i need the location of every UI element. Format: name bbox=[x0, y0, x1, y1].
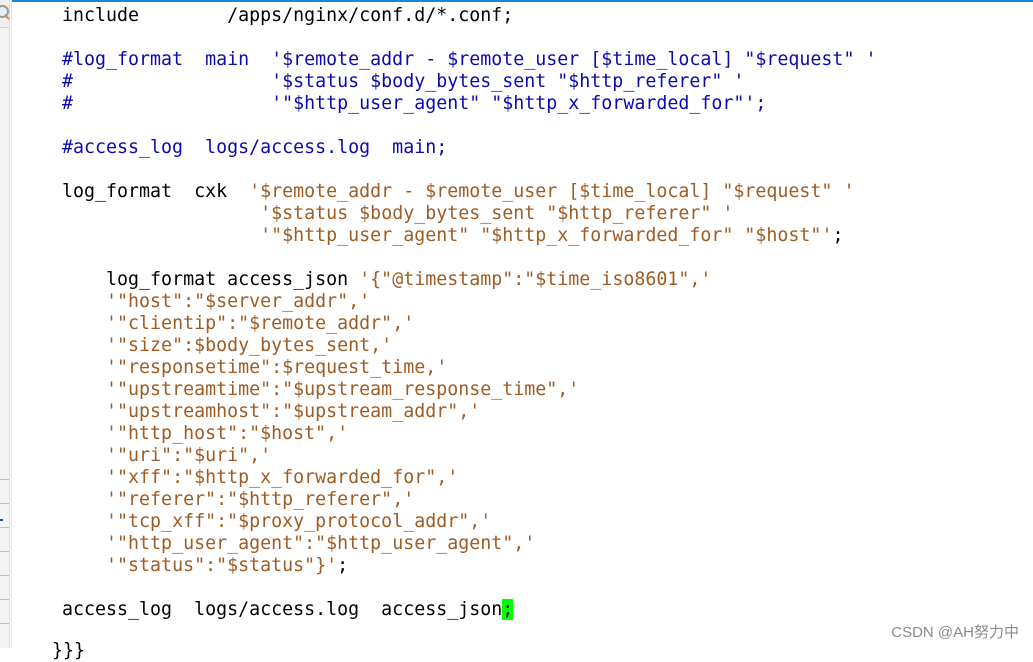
panel-divider bbox=[0, 479, 9, 480]
code-line[interactable]: '"status":"$status"}'; bbox=[62, 555, 876, 577]
code-line[interactable] bbox=[62, 27, 876, 49]
code-token: access_log logs/access.log access_json bbox=[62, 599, 503, 620]
code-string: '"clientip":"$remote_addr",' bbox=[106, 313, 415, 334]
code-token: ; bbox=[337, 555, 349, 576]
code-line[interactable]: '"tcp_xff":"$proxy_protocol_addr",' bbox=[62, 511, 876, 533]
code-editor[interactable]: include /apps/nginx/conf.d/*.conf; #log_… bbox=[62, 5, 876, 621]
code-string: '"http_host":"$host",' bbox=[106, 423, 349, 444]
code-line[interactable]: '"size":$body_bytes_sent,' bbox=[62, 335, 876, 357]
search-icon-handle bbox=[4, 14, 9, 20]
code-comment: # '$status $body_bytes_sent "$http_refer… bbox=[62, 71, 745, 92]
code-line[interactable]: '"host":"$server_addr",' bbox=[62, 291, 876, 313]
panel-divider bbox=[0, 503, 9, 504]
code-line[interactable]: '"uri":"$uri",' bbox=[62, 445, 876, 467]
code-line[interactable]: include /apps/nginx/conf.d/*.conf; bbox=[62, 5, 876, 27]
code-line[interactable]: '"http_user_agent":"$http_user_agent",' bbox=[62, 533, 876, 555]
code-string: '$status $body_bytes_sent "$http_referer… bbox=[260, 203, 734, 224]
code-string: '"upstreamhost":"$upstream_addr",' bbox=[106, 401, 481, 422]
code-comment: # '"$http_user_agent" "$http_x_forwarded… bbox=[62, 93, 767, 114]
code-line[interactable]: log_format cxk '$remote_addr - $remote_u… bbox=[62, 181, 876, 203]
code-comment: #log_format main '$remote_addr - $remote… bbox=[62, 49, 877, 70]
panel-divider bbox=[0, 551, 9, 552]
code-string: '"upstreamtime":"$upstream_response_time… bbox=[106, 379, 580, 400]
panel-divider bbox=[0, 599, 9, 600]
code-token: log_format cxk bbox=[62, 181, 250, 202]
panel-marker bbox=[0, 519, 3, 521]
code-line[interactable]: '"xff":"$http_x_forwarded_for",' bbox=[62, 467, 876, 489]
code-string: '"size":$body_bytes_sent,' bbox=[106, 335, 393, 356]
code-line[interactable]: '"$http_user_agent" "$http_x_forwarded_f… bbox=[62, 225, 876, 247]
panel-divider bbox=[0, 623, 9, 624]
code-comment: #access_log logs/access.log main; bbox=[62, 137, 448, 158]
code-string: '"responsetime":$request_time,' bbox=[106, 357, 448, 378]
code-line[interactable]: '"upstreamhost":"$upstream_addr",' bbox=[62, 401, 876, 423]
code-line[interactable]: '"clientip":"$remote_addr",' bbox=[62, 313, 876, 335]
code-string: '"uri":"$uri",' bbox=[106, 445, 272, 466]
editor-gutter-border bbox=[11, 0, 12, 648]
code-string: '$remote_addr - $remote_user [$time_loca… bbox=[249, 181, 855, 202]
text-cursor: ; bbox=[502, 599, 514, 620]
code-line[interactable] bbox=[62, 115, 876, 137]
panel-divider bbox=[0, 575, 9, 576]
code-string: '"tcp_xff":"$proxy_protocol_addr",' bbox=[106, 511, 492, 532]
code-line[interactable]: # '"$http_user_agent" "$http_x_forwarded… bbox=[62, 93, 876, 115]
code-line[interactable]: #access_log logs/access.log main; bbox=[62, 137, 876, 159]
code-string: '"host":"$server_addr",' bbox=[106, 291, 371, 312]
code-line[interactable] bbox=[62, 159, 876, 181]
code-line[interactable]: # '$status $body_bytes_sent "$http_refer… bbox=[62, 71, 876, 93]
side-panel bbox=[0, 0, 10, 648]
code-line[interactable]: access_log logs/access.log access_json; bbox=[62, 599, 876, 621]
code-token: ; bbox=[832, 225, 844, 246]
code-string: '"$http_user_agent" "$http_x_forwarded_f… bbox=[260, 225, 833, 246]
code-string: '"xff":"$http_x_forwarded_for",' bbox=[106, 467, 459, 488]
code-token: log_format access_json bbox=[62, 269, 360, 290]
code-string: '{"@timestamp":"$time_iso8601",' bbox=[359, 269, 712, 290]
code-line[interactable]: '"responsetime":$request_time,' bbox=[62, 357, 876, 379]
code-line[interactable]: log_format access_json '{"@timestamp":"$… bbox=[62, 269, 876, 291]
code-line[interactable]: '"referer":"$http_referer",' bbox=[62, 489, 876, 511]
search-button[interactable] bbox=[0, 0, 9, 28]
code-line[interactable] bbox=[62, 247, 876, 269]
code-line[interactable]: '$status $body_bytes_sent "$http_referer… bbox=[62, 203, 876, 225]
code-string: '"status":"$status"}' bbox=[106, 555, 338, 576]
code-line[interactable]: '"upstreamtime":"$upstream_response_time… bbox=[62, 379, 876, 401]
clipped-code-line: }}} bbox=[52, 640, 86, 661]
code-line[interactable] bbox=[62, 577, 876, 599]
watermark: CSDN @AH努力中 bbox=[891, 624, 1019, 641]
code-line[interactable]: '"http_host":"$host",' bbox=[62, 423, 876, 445]
window-top-border bbox=[11, 0, 1033, 2]
code-token: include /apps/nginx/conf.d/*.conf; bbox=[62, 5, 514, 26]
code-line[interactable]: #log_format main '$remote_addr - $remote… bbox=[62, 49, 876, 71]
code-string: '"referer":"$http_referer",' bbox=[106, 489, 415, 510]
code-string: '"http_user_agent":"$http_user_agent",' bbox=[106, 533, 536, 554]
panel-divider bbox=[0, 527, 9, 528]
